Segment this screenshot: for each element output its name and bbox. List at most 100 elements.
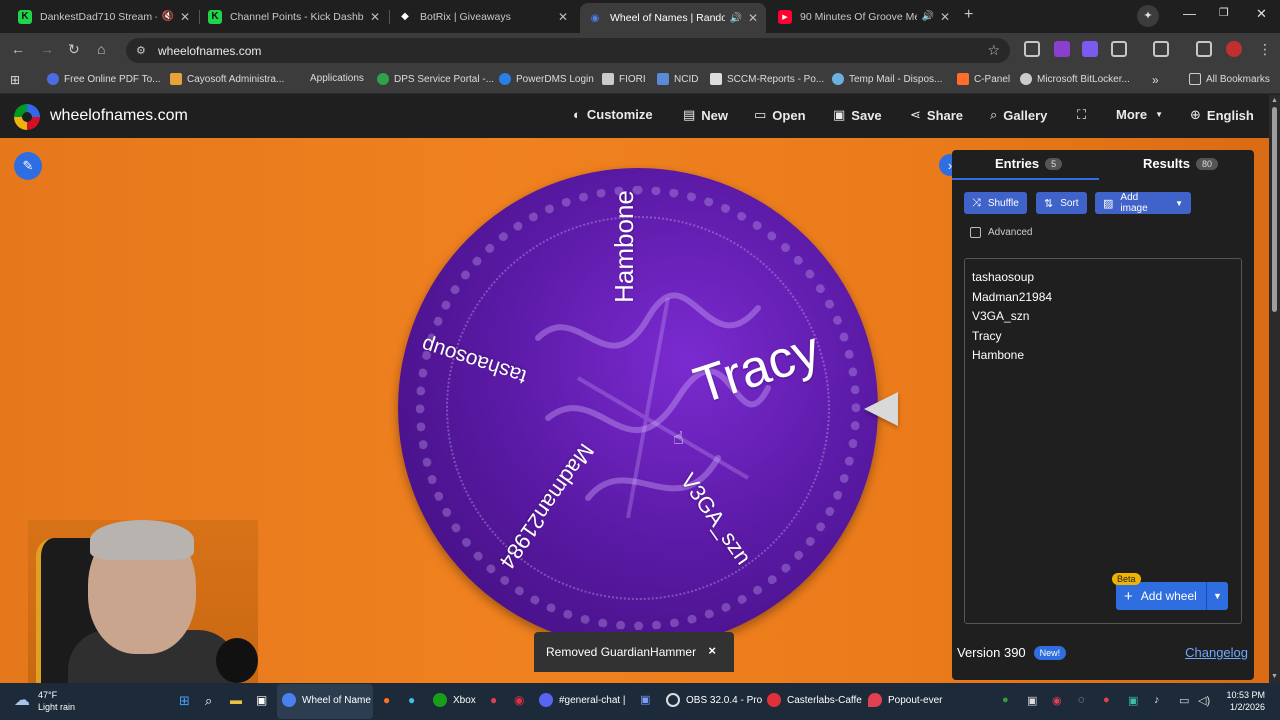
wheel[interactable]: Hambone tashaosoup Madman21984 V3GA_szn … — [398, 168, 878, 648]
side-panel-icon[interactable] — [1153, 41, 1169, 57]
bookmark-star-icon[interactable]: ☆ — [987, 42, 1000, 59]
menu-kebab-icon[interactable]: ⋮ — [1258, 41, 1272, 58]
chevron-down-icon[interactable]: ▼ — [1206, 582, 1228, 610]
browser-tab-3[interactable]: ◆ BotRix | Giveaways ✕ — [390, 4, 576, 29]
profile-avatar-icon[interactable] — [1226, 41, 1242, 57]
weather-widget[interactable]: ☁ 47°F Light rain — [14, 689, 75, 713]
bookmark-item[interactable]: FIORI — [602, 73, 646, 85]
bookmark-item[interactable]: Free Online PDF To... — [47, 73, 161, 85]
extension-icon[interactable] — [1024, 41, 1040, 57]
photoshop-icon[interactable]: ▣ — [640, 693, 650, 706]
browser-tab-1[interactable]: K DankestDad710 Stream - W 🔇 ✕ — [10, 4, 198, 29]
apps-grid-icon[interactable]: ⊞ — [10, 73, 20, 87]
more-menu-button[interactable]: More ▼ — [1116, 107, 1163, 122]
close-window-icon[interactable]: ✕ — [1256, 6, 1267, 22]
share-button[interactable]: ⋖ Share — [910, 107, 963, 123]
microphone-tray-icon[interactable]: ♪ — [1154, 694, 1160, 706]
bookmark-item[interactable]: Microsoft BitLocker... — [1020, 73, 1130, 85]
file-explorer-icon[interactable]: ▬ — [230, 693, 242, 707]
wheelofnames-logo-icon[interactable] — [14, 104, 40, 130]
add-image-button[interactable]: ▨ Add image ▼ — [1095, 192, 1191, 214]
sort-button[interactable]: ⇅ Sort — [1036, 192, 1087, 214]
site-name[interactable]: wheelofnames.com — [50, 107, 188, 125]
bookmark-item[interactable]: Applications — [310, 73, 364, 84]
advanced-checkbox[interactable]: Advanced — [970, 227, 1032, 238]
firefox-icon[interactable]: ● — [383, 693, 390, 707]
toast-close-icon[interactable]: × — [708, 643, 716, 658]
add-wheel-button[interactable]: + Add wheel ▼ — [1116, 582, 1228, 610]
shuffle-button[interactable]: ⤨ Shuffle — [964, 192, 1027, 214]
sound-icon[interactable]: 🔊 — [921, 11, 933, 22]
bookmark-item[interactable]: SCCM-Reports - Po... — [710, 73, 824, 85]
tab-entries[interactable]: Entries 5 — [995, 156, 1063, 171]
taskbar-app-discord[interactable]: #general-chat | — [539, 693, 626, 707]
restore-icon[interactable]: ❐ — [1219, 6, 1229, 19]
customize-button[interactable]: ◐ Customize — [573, 107, 653, 122]
open-button[interactable]: ▭ Open — [754, 107, 806, 123]
tray-icon[interactable]: ● — [1002, 694, 1009, 706]
recorder-icon[interactable]: ◉ — [514, 693, 524, 707]
language-button[interactable]: ⊕ English — [1190, 107, 1254, 123]
taskbar-app-xbox[interactable]: Xbox — [433, 693, 476, 707]
tray-icon[interactable]: ▣ — [1027, 694, 1037, 707]
close-tab-icon[interactable]: ✕ — [180, 10, 190, 24]
taskbar-app-popout[interactable]: Popout-ever — [868, 693, 942, 707]
tab-results[interactable]: Results 80 — [1143, 156, 1218, 171]
taskbar-app-chrome[interactable]: Wheel of Name — [282, 693, 371, 707]
tray-icon[interactable]: ▣ — [1128, 694, 1138, 707]
close-tab-icon[interactable]: ✕ — [748, 11, 758, 25]
address-bar[interactable]: ⚙ wheelofnames.com ☆ — [126, 38, 1010, 63]
taskbar-app-obs[interactable]: OBS 32.0.4 - Pro — [666, 693, 762, 707]
browser-tab-2[interactable]: K Channel Points - Kick Dashboar ✕ — [200, 4, 388, 29]
sound-icon[interactable]: 🔊 — [729, 13, 741, 24]
save-button[interactable]: ▣ Save — [833, 107, 882, 123]
display-tray-icon[interactable]: ▭ — [1179, 694, 1189, 707]
site-info-icon[interactable]: ⚙ — [136, 44, 148, 57]
extension-icon[interactable] — [1054, 41, 1070, 57]
store-icon[interactable]: ▣ — [256, 693, 267, 707]
tray-icon[interactable]: ◌ — [1078, 694, 1085, 706]
bookmark-item[interactable]: DPS Service Portal -... — [377, 73, 494, 85]
close-tab-icon[interactable]: ✕ — [370, 10, 380, 24]
tray-icon[interactable]: ◉ — [1052, 694, 1062, 707]
tray-icon[interactable]: ● — [1103, 694, 1110, 706]
home-icon[interactable]: ⌂ — [97, 41, 105, 57]
checkbox-icon[interactable] — [970, 227, 981, 238]
reload-icon[interactable]: ↻ — [68, 41, 80, 58]
media-icon[interactable] — [1196, 41, 1212, 57]
back-icon[interactable]: ← — [11, 41, 25, 57]
fullscreen-button[interactable]: ⛶ — [1077, 107, 1092, 123]
new-button[interactable]: ▤ New — [683, 107, 728, 123]
bookmark-item[interactable]: PowerDMS Login — [499, 73, 594, 85]
more-bookmarks-icon[interactable]: » — [1152, 73, 1159, 87]
minimize-icon[interactable]: — — [1183, 6, 1196, 21]
edit-pencil-icon[interactable]: ✎ — [14, 152, 42, 180]
new-tab-icon[interactable]: + — [964, 6, 973, 24]
bookmark-item[interactable]: NCID — [657, 73, 698, 85]
bookmark-item[interactable]: Temp Mail - Dispos... — [832, 73, 942, 85]
taskbar-app-casterlabs[interactable]: Casterlabs-Caffe — [767, 693, 862, 707]
changelog-link[interactable]: Changelog — [1185, 645, 1248, 660]
search-icon[interactable]: ⌕ — [205, 693, 212, 709]
scrollbar-thumb[interactable] — [1272, 107, 1277, 312]
browser-tab-5[interactable]: ▶ 90 Minutes Of Groove Met 🔊 ✕ — [770, 4, 958, 29]
edge-icon[interactable]: ● — [408, 693, 415, 707]
bookmark-item[interactable]: C-Panel — [957, 73, 1010, 85]
search-tabs-icon[interactable]: ✦ — [1137, 5, 1159, 27]
entries-textarea[interactable]: tashaosoup Madman21984 V3GA_szn Tracy Ha… — [964, 258, 1242, 624]
browser-tab-4-active[interactable]: ◉ Wheel of Names | Random 🔊 ✕ — [580, 3, 766, 33]
close-tab-icon[interactable]: ✕ — [940, 10, 950, 24]
volume-tray-icon[interactable]: ◁) — [1198, 694, 1210, 707]
muted-icon[interactable]: 🔇 — [161, 11, 173, 22]
gallery-button[interactable]: ⌕ Gallery — [990, 107, 1047, 123]
page-scrollbar[interactable]: ▲ ▼ — [1269, 95, 1280, 683]
all-bookmarks[interactable]: All Bookmarks — [1189, 73, 1270, 85]
bookmark-item[interactable]: Cayosoft Administra... — [170, 73, 284, 85]
close-tab-icon[interactable]: ✕ — [558, 10, 568, 24]
map-pin-icon[interactable]: ● — [490, 693, 497, 707]
twitch-icon[interactable] — [1082, 41, 1098, 57]
system-clock[interactable]: 10:53 PM 1/2/2026 — [1215, 689, 1265, 713]
extensions-puzzle-icon[interactable] — [1111, 41, 1127, 57]
windows-start-icon[interactable]: ⊞ — [179, 693, 190, 709]
forward-icon[interactable]: → — [40, 41, 54, 57]
